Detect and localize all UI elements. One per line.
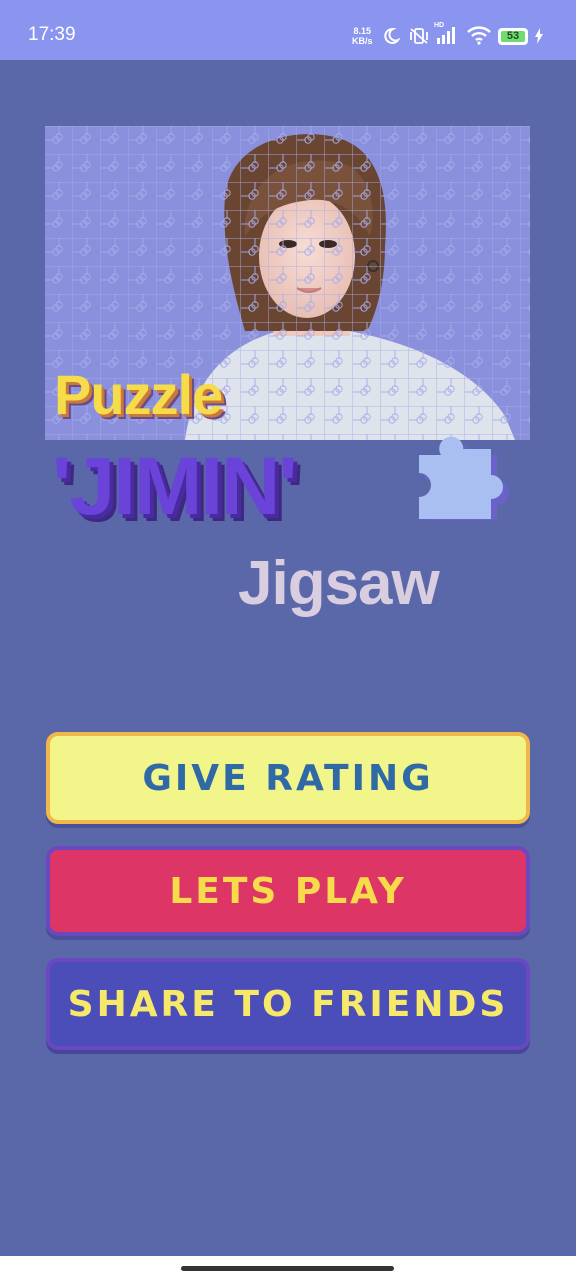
home-gesture-handle[interactable] — [181, 1266, 394, 1271]
puzzle-piece-icon — [405, 405, 525, 525]
give-rating-label: GIVE RATING — [142, 757, 434, 799]
wifi-icon — [466, 25, 492, 49]
share-to-friends-label: SHARE TO FRIENDS — [67, 983, 509, 1025]
status-time: 17:39 — [28, 24, 76, 45]
battery-level: 53 — [506, 30, 520, 42]
network-speed-unit: KB/s — [352, 36, 373, 46]
title-jimin: 'JIMIN' — [52, 441, 298, 532]
lets-play-button[interactable]: LETS PLAY — [46, 846, 530, 936]
moon-icon — [382, 27, 401, 49]
signal-icon: HD — [434, 22, 460, 50]
network-speed: 8.15 KB/s — [352, 26, 373, 46]
title-puzzle: Puzzle — [54, 363, 223, 426]
share-to-friends-button[interactable]: SHARE TO FRIENDS — [46, 958, 530, 1050]
battery-icon: 53 — [498, 28, 528, 45]
give-rating-button[interactable]: GIVE RATING — [46, 732, 530, 824]
vibrate-off-icon — [408, 27, 430, 49]
title-jigsaw: Jigsaw — [238, 549, 440, 618]
lets-play-label: LETS PLAY — [169, 870, 407, 912]
charging-icon — [534, 28, 544, 48]
hd-label: HD — [434, 22, 445, 29]
network-speed-value: 8.15 — [353, 26, 372, 36]
status-bar: 17:39 8.15 KB/s HD 53 — [0, 0, 576, 60]
